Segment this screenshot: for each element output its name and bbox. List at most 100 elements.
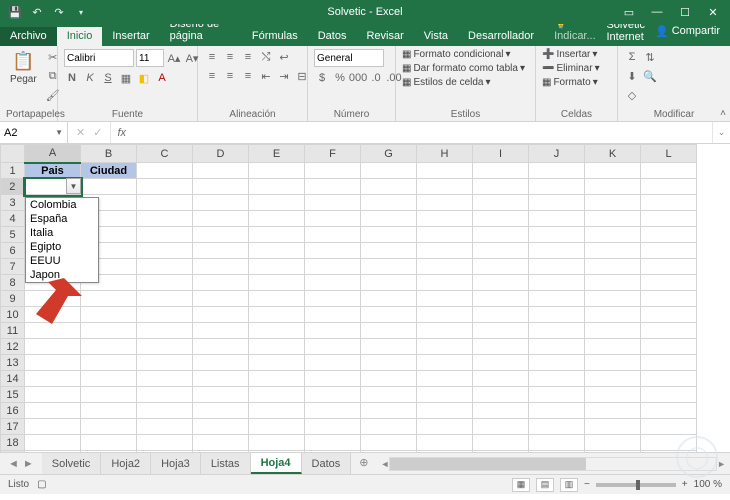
cell-H9[interactable] xyxy=(417,291,473,307)
cell-F8[interactable] xyxy=(305,275,361,291)
sheet-tab-Hoja4[interactable]: Hoja4 xyxy=(251,453,302,474)
cell-D7[interactable] xyxy=(193,259,249,275)
cell-A11[interactable] xyxy=(25,323,81,339)
row-header-16[interactable]: 16 xyxy=(1,403,25,419)
format-cells-button[interactable]: ▦ Formato ▾ xyxy=(542,77,600,88)
cell-L6[interactable] xyxy=(641,243,697,259)
cell-G10[interactable] xyxy=(361,307,417,323)
cell-H15[interactable] xyxy=(417,387,473,403)
cell-G2[interactable] xyxy=(361,179,417,195)
align-left-icon[interactable]: ≡ xyxy=(204,68,220,84)
cell-B14[interactable] xyxy=(81,371,137,387)
paste-button[interactable]: 📋 Pegar xyxy=(6,49,41,87)
view-page-break-icon[interactable]: ▥ xyxy=(560,478,578,492)
cell-K1[interactable] xyxy=(585,163,641,179)
cell-B17[interactable] xyxy=(81,419,137,435)
row-header-12[interactable]: 12 xyxy=(1,339,25,355)
cell-C18[interactable] xyxy=(137,435,193,451)
cell-L5[interactable] xyxy=(641,227,697,243)
tab-data[interactable]: Datos xyxy=(308,27,357,46)
cell-E12[interactable] xyxy=(249,339,305,355)
tab-insert[interactable]: Insertar xyxy=(102,27,159,46)
cell-F5[interactable] xyxy=(305,227,361,243)
horizontal-scrollbar[interactable]: ◄ ► xyxy=(377,453,730,474)
add-sheet-button[interactable]: ⊕ xyxy=(351,453,376,474)
dropdown-option[interactable]: Italia xyxy=(26,226,98,240)
cell-L18[interactable] xyxy=(641,435,697,451)
cell-J4[interactable] xyxy=(529,211,585,227)
row-header-19[interactable]: 19 xyxy=(1,451,25,453)
cell-D6[interactable] xyxy=(193,243,249,259)
row-header-18[interactable]: 18 xyxy=(1,435,25,451)
cell-F3[interactable] xyxy=(305,195,361,211)
dropdown-option[interactable]: EEUU xyxy=(26,254,98,268)
cell-E18[interactable] xyxy=(249,435,305,451)
cell-J17[interactable] xyxy=(529,419,585,435)
cell-G7[interactable] xyxy=(361,259,417,275)
cell-H3[interactable] xyxy=(417,195,473,211)
cell-K12[interactable] xyxy=(585,339,641,355)
col-header-A[interactable]: A xyxy=(25,145,81,163)
cell-D10[interactable] xyxy=(193,307,249,323)
cell-K9[interactable] xyxy=(585,291,641,307)
cell-C15[interactable] xyxy=(137,387,193,403)
row-header-14[interactable]: 14 xyxy=(1,371,25,387)
cell-C17[interactable] xyxy=(137,419,193,435)
cell-K3[interactable] xyxy=(585,195,641,211)
cell-J7[interactable] xyxy=(529,259,585,275)
cell-I14[interactable] xyxy=(473,371,529,387)
cell-G5[interactable] xyxy=(361,227,417,243)
cell-I8[interactable] xyxy=(473,275,529,291)
cell-F12[interactable] xyxy=(305,339,361,355)
bold-button[interactable]: N xyxy=(64,70,80,86)
sheet-tab-Solvetic[interactable]: Solvetic xyxy=(42,453,102,474)
cell-G18[interactable] xyxy=(361,435,417,451)
row-header-2[interactable]: 2 xyxy=(1,179,25,195)
cell-D16[interactable] xyxy=(193,403,249,419)
cell-F17[interactable] xyxy=(305,419,361,435)
zoom-slider[interactable] xyxy=(596,483,676,487)
wrap-text-icon[interactable]: ↩ xyxy=(276,49,292,65)
cell-J18[interactable] xyxy=(529,435,585,451)
cell-L19[interactable] xyxy=(641,451,697,453)
conditional-format-button[interactable]: ▦ Formato condicional ▾ xyxy=(402,49,525,60)
cell-H8[interactable] xyxy=(417,275,473,291)
name-box[interactable]: A2▼ xyxy=(0,122,68,143)
cell-F9[interactable] xyxy=(305,291,361,307)
cell-K13[interactable] xyxy=(585,355,641,371)
cell-C1[interactable] xyxy=(137,163,193,179)
orientation-icon[interactable]: ⤭ xyxy=(258,49,274,65)
currency-icon[interactable]: $ xyxy=(314,70,330,86)
cell-E13[interactable] xyxy=(249,355,305,371)
cell-B13[interactable] xyxy=(81,355,137,371)
cell-K19[interactable] xyxy=(585,451,641,453)
cell-H12[interactable] xyxy=(417,339,473,355)
tab-review[interactable]: Revisar xyxy=(356,27,413,46)
cell-K10[interactable] xyxy=(585,307,641,323)
cell-C6[interactable] xyxy=(137,243,193,259)
cell-L1[interactable] xyxy=(641,163,697,179)
col-header-H[interactable]: H xyxy=(417,145,473,163)
cell-E11[interactable] xyxy=(249,323,305,339)
cell-L15[interactable] xyxy=(641,387,697,403)
row-header-13[interactable]: 13 xyxy=(1,355,25,371)
tab-developer[interactable]: Desarrollador xyxy=(458,27,544,46)
cell-D1[interactable] xyxy=(193,163,249,179)
cell-L4[interactable] xyxy=(641,211,697,227)
cell-K17[interactable] xyxy=(585,419,641,435)
cell-B10[interactable] xyxy=(81,307,137,323)
sheet-nav-prev-icon[interactable]: ◄ xyxy=(8,458,19,470)
cell-B16[interactable] xyxy=(81,403,137,419)
cell-E16[interactable] xyxy=(249,403,305,419)
align-right-icon[interactable]: ≡ xyxy=(240,68,256,84)
col-header-D[interactable]: D xyxy=(193,145,249,163)
cell-I7[interactable] xyxy=(473,259,529,275)
cell-H1[interactable] xyxy=(417,163,473,179)
row-header-17[interactable]: 17 xyxy=(1,419,25,435)
cell-F4[interactable] xyxy=(305,211,361,227)
col-header-C[interactable]: C xyxy=(137,145,193,163)
cell-G11[interactable] xyxy=(361,323,417,339)
align-middle-icon[interactable]: ≡ xyxy=(222,49,238,65)
cell-H6[interactable] xyxy=(417,243,473,259)
cell-D13[interactable] xyxy=(193,355,249,371)
